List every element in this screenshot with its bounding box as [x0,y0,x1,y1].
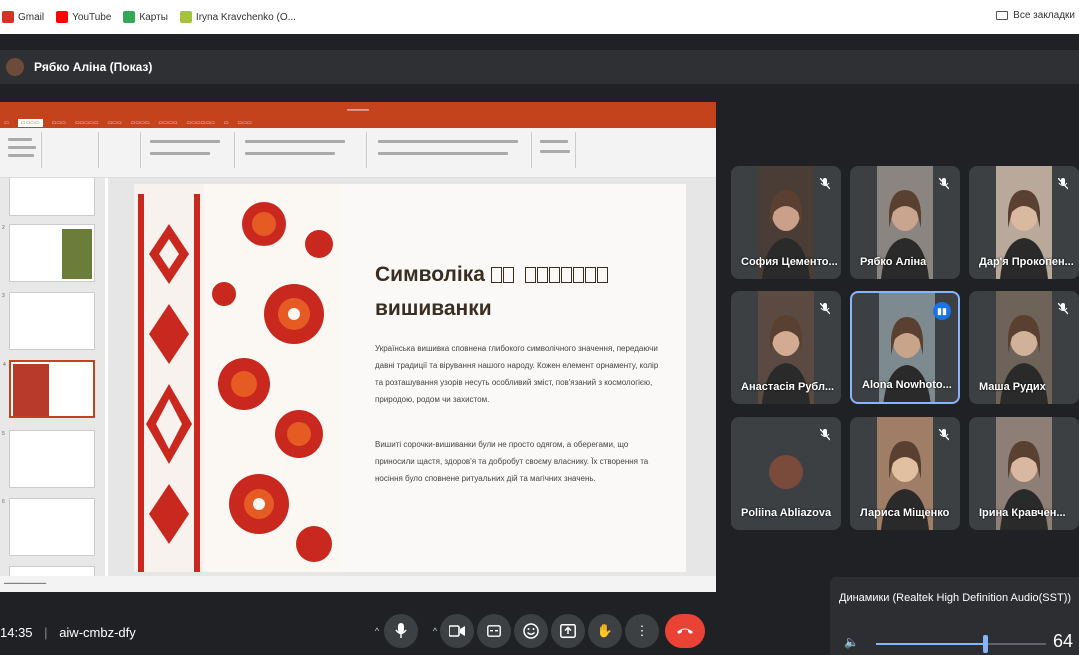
muted-mic-icon [935,175,953,193]
all-bookmarks-label: Все закладки [1013,10,1075,21]
volume-slider[interactable] [876,635,1046,653]
participant-name: София Цементо... [741,256,838,268]
audio-output-popup: Динамики (Realtek High Definition Audio(… [830,577,1079,655]
muted-mic-icon [816,300,834,318]
slide-paragraph-1: Українська вишивка сповнена глибокого си… [375,344,659,404]
slide-thumbnail: 3 [2,292,95,350]
bookmark-label: YouTube [72,11,112,23]
participant-tile[interactable]: Poliina Abliazova [731,417,841,530]
participant-tile[interactable]: София Цементо... [731,166,841,279]
participant-tile[interactable]: Анастасія Рубл... [731,291,841,404]
muted-mic-icon [935,426,953,444]
presenter-name: Рябко Аліна (Показ) [34,60,153,74]
speaker-icon[interactable]: 🔈 [844,635,859,649]
bookmark-item[interactable]: YouTube [56,11,111,23]
audio-device-label: Динамики (Realtek High Definition Audio(… [839,592,1072,604]
all-bookmarks-button[interactable]: Все закладки [996,10,1075,21]
bookmark-label: Карты [139,11,168,23]
slide-canvas: Символіка вишиванки Українська вишивка с… [108,178,716,576]
present-screen-button[interactable] [551,614,585,648]
embroidery-image [134,184,340,572]
bookmark-item[interactable]: Gmail [2,11,44,23]
participant-name: Ірина Кравчен... [979,507,1066,519]
bookmark-item[interactable]: Iryna Kravchenko (О... [179,11,296,23]
participant-name: Лариса Міщенко [860,507,950,519]
microphone-button[interactable] [384,614,418,648]
participant-name: Анастасія Рубл... [741,381,835,393]
volume-value: 64 [1052,631,1073,651]
leave-call-button[interactable] [665,614,705,648]
participant-name: Poliina Abliazova [741,507,832,519]
bookmark-favicon-icon [56,11,69,23]
volume-slider-handle[interactable] [982,635,988,653]
bookmark-favicon-icon [179,11,192,23]
slide: Символіка вишиванки Українська вишивка с… [134,184,686,572]
speaking-indicator-icon: ▮▮ [933,302,951,320]
slide-paragraph-2: Вишиті сорочки-вишиванки були не просто … [375,440,649,483]
participant-name: Дар'я Прокопен... [979,256,1074,268]
ppt-ribbon [0,128,716,178]
presenter-avatar [6,58,24,76]
participant-name: Маша Рудих [979,381,1046,393]
presenter-bar: Рябко Аліна (Показ) [0,50,1079,84]
muted-mic-icon [1054,300,1072,318]
participant-tile[interactable]: Лариса Міщенко [850,417,960,530]
muted-mic-icon [1054,175,1072,193]
ppt-ribbon-tabs: ▭ ▭▭▭▭ ▭▭▭ ▭▭▭▭▭ ▭▭▭ ▭▭▭▭ ▭▭▭▭ ▭▭▭▭▭▭ ▭ ▭▭▭ [0,118,716,128]
slide-title: Символіка вишиванки [375,258,675,326]
slide-thumbnail: 2 [2,224,95,282]
meeting-time: 14:35 [0,625,33,640]
bookmarks-bar: Gmail YouTube Карты Iryna Kravchenko (О... В… [0,0,1079,34]
shared-screen: ━━━━━━ ▭ ▭▭▭▭ ▭▭▭ ▭▭▭▭▭ ▭▭▭ ▭▭▭▭ ▭▭▭▭ ▭▭▭▭▭▭ ▭ ▭▭… [0,102,716,592]
muted-mic-icon [816,175,834,193]
slide-thumbnail [9,566,95,576]
ppt-title-bar: ━━━━━━ [0,102,716,118]
more-options-icon[interactable]: ⋮ [625,614,659,648]
bookmark-favicon-icon [2,11,14,23]
mic-options-chevron-icon[interactable]: ^ [370,614,384,648]
participant-name: Alona Nowhoto... [862,379,952,391]
bookmark-label: Gmail [18,11,45,23]
folder-icon [996,11,1009,20]
participant-tile[interactable]: Дар'я Прокопен... [969,166,1079,279]
camera-button[interactable] [440,614,474,648]
ppt-status-bar: ━━━━━━━━━━━━━━ [0,576,716,592]
bookmark-item[interactable]: Карты [123,11,168,23]
raise-hand-button[interactable]: ✋ [588,614,622,648]
participant-name: Рябко Аліна [860,256,927,268]
muted-mic-icon [816,426,834,444]
participant-tile[interactable]: Ірина Кравчен... [969,417,1079,530]
meeting-info: 14:35 | aiw-cmbz-dfy [0,625,136,640]
slide-thumbnail: 6 [2,498,95,556]
slide-thumbnail-selected: 4 [3,360,95,418]
emoji-button[interactable] [514,614,548,648]
participant-tile[interactable]: Рябко Аліна [850,166,960,279]
participant-tile[interactable]: Маша Рудих [969,291,1079,404]
slide-thumbnail [9,178,95,216]
slide-thumbnail: 5 [2,430,95,488]
participant-tile[interactable]: Alona Nowhoto... ▮▮ [850,291,960,404]
meeting-code: aiw-cmbz-dfy [59,625,136,640]
bookmark-favicon-icon [123,11,136,23]
bookmark-label: Iryna Kravchenko (О... [195,11,296,23]
captions-button[interactable] [477,614,511,648]
slide-thumbnails: 2 3 4 5 6 [0,178,105,576]
